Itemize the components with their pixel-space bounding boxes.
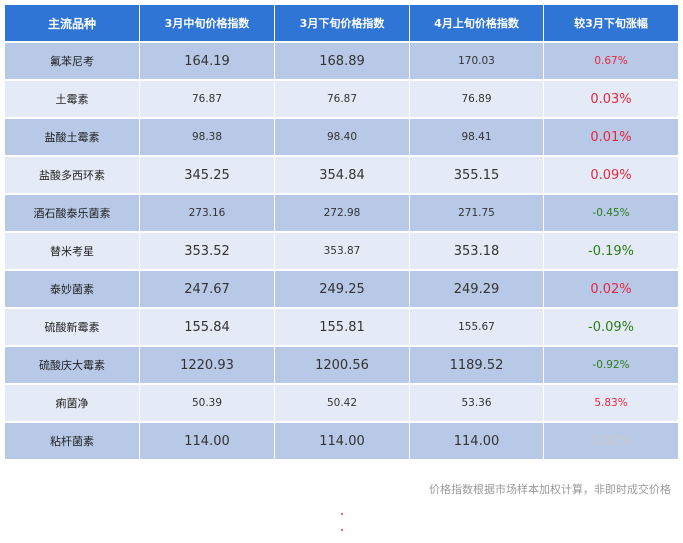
- variety-name: 泰妙菌素: [5, 271, 140, 309]
- mid-march-value: 164.19: [140, 43, 275, 81]
- late-march-value: 114.00: [275, 423, 410, 461]
- change-value: -0.09%: [544, 309, 678, 347]
- table-row: 粘杆菌素 114.00 114.00 114.00 0.00%: [5, 423, 678, 461]
- header-late-march: 3月下旬价格指数: [275, 5, 410, 43]
- early-april-value: 98.41: [410, 119, 544, 157]
- variety-name: 替米考星: [5, 233, 140, 271]
- early-april-value: 271.75: [410, 195, 544, 233]
- header-variety: 主流品种: [5, 5, 140, 43]
- early-april-value: 76.89: [410, 81, 544, 119]
- page: 主流品种 3月中旬价格指数 3月下旬价格指数 4月上旬价格指数 较3月下旬涨幅 …: [0, 0, 683, 543]
- mid-march-value: 98.38: [140, 119, 275, 157]
- mid-march-value: 76.87: [140, 81, 275, 119]
- change-value: 0.01%: [544, 119, 678, 157]
- table-row: 硫酸庆大霉素 1220.93 1200.56 1189.52 -0.92%: [5, 347, 678, 385]
- late-march-value: 353.87: [275, 233, 410, 271]
- header-mid-march: 3月中旬价格指数: [140, 5, 275, 43]
- decorative-dot: [341, 513, 343, 515]
- late-march-value: 168.89: [275, 43, 410, 81]
- early-april-value: 170.03: [410, 43, 544, 81]
- early-april-value: 353.18: [410, 233, 544, 271]
- late-march-value: 155.81: [275, 309, 410, 347]
- change-value: -0.45%: [544, 195, 678, 233]
- variety-name: 酒石酸泰乐菌素: [5, 195, 140, 233]
- change-value: 5.83%: [544, 385, 678, 423]
- early-april-value: 249.29: [410, 271, 544, 309]
- decorative-dot: [341, 529, 343, 531]
- late-march-value: 249.25: [275, 271, 410, 309]
- table-row: 盐酸土霉素 98.38 98.40 98.41 0.01%: [5, 119, 678, 157]
- footnote: 价格指数根据市场样本加权计算，非即时成交价格: [429, 483, 671, 496]
- table-row: 酒石酸泰乐菌素 273.16 272.98 271.75 -0.45%: [5, 195, 678, 233]
- mid-march-value: 353.52: [140, 233, 275, 271]
- variety-name: 痢菌净: [5, 385, 140, 423]
- table-row: 替米考星 353.52 353.87 353.18 -0.19%: [5, 233, 678, 271]
- table-row: 氟苯尼考 164.19 168.89 170.03 0.67%: [5, 43, 678, 81]
- early-april-value: 53.36: [410, 385, 544, 423]
- change-value: 0.02%: [544, 271, 678, 309]
- late-march-value: 98.40: [275, 119, 410, 157]
- change-value: -0.19%: [544, 233, 678, 271]
- variety-name: 土霉素: [5, 81, 140, 119]
- late-march-value: 354.84: [275, 157, 410, 195]
- change-value: 0.00%: [544, 423, 678, 461]
- late-march-value: 76.87: [275, 81, 410, 119]
- mid-march-value: 273.16: [140, 195, 275, 233]
- price-index-table: 主流品种 3月中旬价格指数 3月下旬价格指数 4月上旬价格指数 较3月下旬涨幅 …: [5, 5, 678, 461]
- header-change: 较3月下旬涨幅: [544, 5, 678, 43]
- early-april-value: 355.15: [410, 157, 544, 195]
- table-row: 盐酸多西环素 345.25 354.84 355.15 0.09%: [5, 157, 678, 195]
- variety-name: 硫酸庆大霉素: [5, 347, 140, 385]
- mid-march-value: 247.67: [140, 271, 275, 309]
- early-april-value: 1189.52: [410, 347, 544, 385]
- change-value: 0.67%: [544, 43, 678, 81]
- table-header-row: 主流品种 3月中旬价格指数 3月下旬价格指数 4月上旬价格指数 较3月下旬涨幅: [5, 5, 678, 43]
- table-row: 泰妙菌素 247.67 249.25 249.29 0.02%: [5, 271, 678, 309]
- late-march-value: 272.98: [275, 195, 410, 233]
- mid-march-value: 50.39: [140, 385, 275, 423]
- variety-name: 盐酸多西环素: [5, 157, 140, 195]
- change-value: 0.09%: [544, 157, 678, 195]
- variety-name: 氟苯尼考: [5, 43, 140, 81]
- early-april-value: 114.00: [410, 423, 544, 461]
- variety-name: 盐酸土霉素: [5, 119, 140, 157]
- late-march-value: 1200.56: [275, 347, 410, 385]
- mid-march-value: 155.84: [140, 309, 275, 347]
- table-row: 痢菌净 50.39 50.42 53.36 5.83%: [5, 385, 678, 423]
- change-value: -0.92%: [544, 347, 678, 385]
- table-row: 土霉素 76.87 76.87 76.89 0.03%: [5, 81, 678, 119]
- variety-name: 粘杆菌素: [5, 423, 140, 461]
- variety-name: 硫酸新霉素: [5, 309, 140, 347]
- late-march-value: 50.42: [275, 385, 410, 423]
- early-april-value: 155.67: [410, 309, 544, 347]
- header-early-april: 4月上旬价格指数: [410, 5, 544, 43]
- table-row: 硫酸新霉素 155.84 155.81 155.67 -0.09%: [5, 309, 678, 347]
- mid-march-value: 1220.93: [140, 347, 275, 385]
- mid-march-value: 345.25: [140, 157, 275, 195]
- change-value: 0.03%: [544, 81, 678, 119]
- mid-march-value: 114.00: [140, 423, 275, 461]
